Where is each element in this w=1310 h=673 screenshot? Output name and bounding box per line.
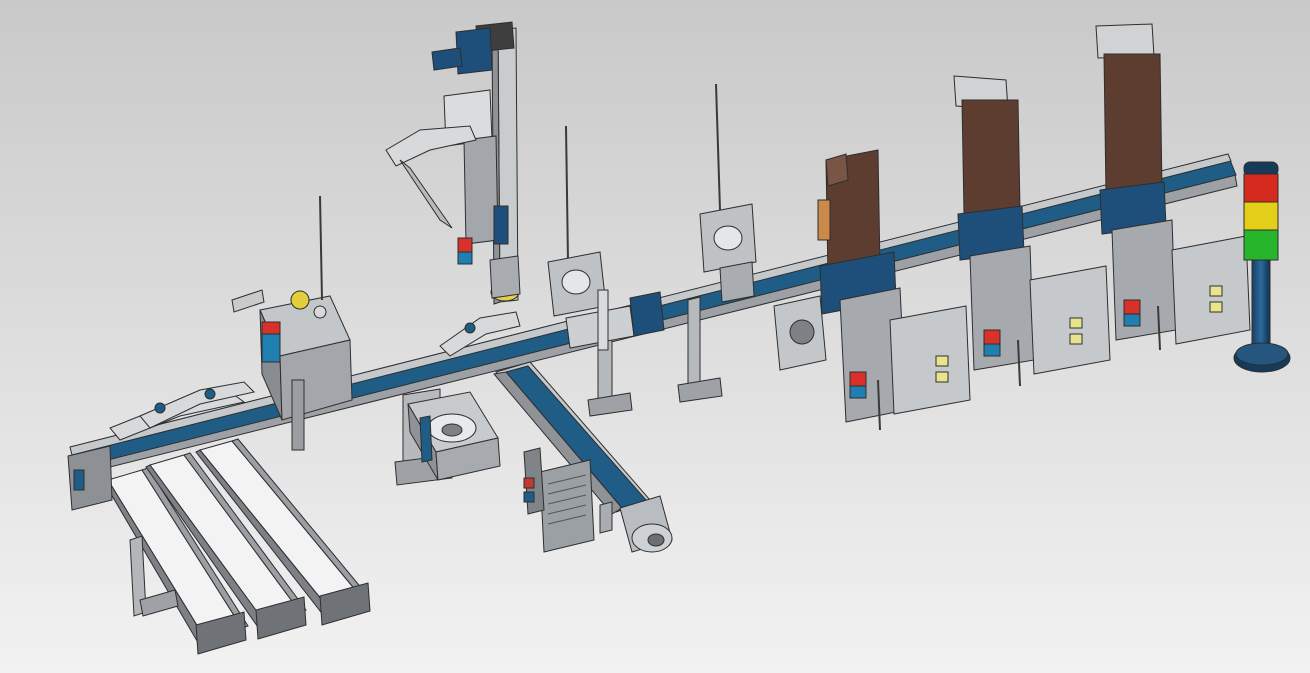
signal-lamp-yellow xyxy=(1243,201,1279,231)
signal-lamp-green xyxy=(1243,229,1279,261)
signal-lamp-red xyxy=(1243,173,1279,203)
cad-model-viewport[interactable] xyxy=(0,0,1310,673)
signal-tower-pole xyxy=(1251,259,1271,353)
assembly-line-model xyxy=(0,0,1310,673)
